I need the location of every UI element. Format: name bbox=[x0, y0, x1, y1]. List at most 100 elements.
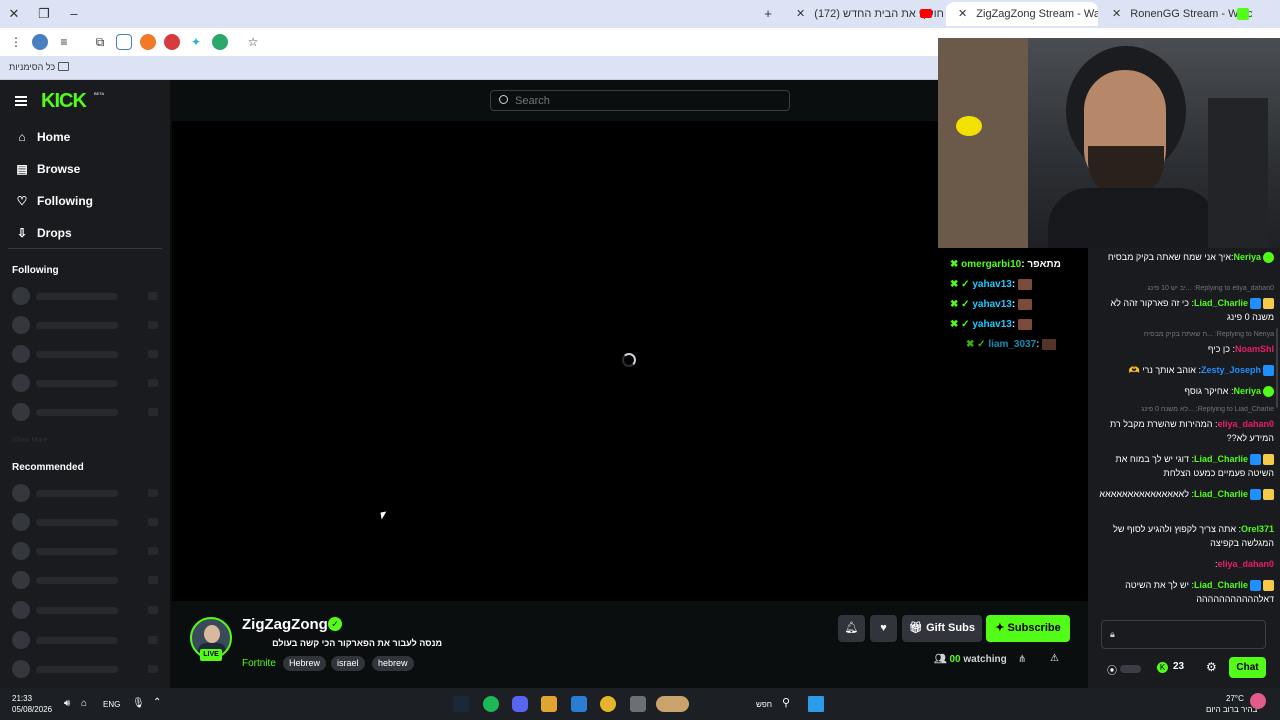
chevron-up-icon[interactable]: ⌃ bbox=[153, 698, 161, 708]
close-tab-icon[interactable]: ✕ bbox=[1112, 8, 1121, 20]
emote-icon bbox=[1017, 278, 1032, 290]
windows-start-icon[interactable] bbox=[808, 696, 824, 712]
skeleton-row bbox=[12, 345, 162, 363]
steam-icon[interactable] bbox=[453, 696, 469, 712]
hamburger-menu-icon[interactable] bbox=[15, 96, 27, 106]
clock-date[interactable]: 05/08/2026 bbox=[12, 705, 52, 715]
kick-logo[interactable]: KICK bbox=[41, 90, 87, 113]
microphone-icon[interactable]: 🎙︎ bbox=[132, 699, 145, 709]
category-link[interactable]: Fortnite bbox=[242, 657, 276, 671]
clock-time[interactable]: 21:33 bbox=[12, 694, 32, 704]
extension-icon[interactable] bbox=[164, 34, 180, 50]
kick-icon: ✖ bbox=[966, 339, 978, 350]
chat-reply-context: Replying to Liad_Charlie: ...לא משנה 0 פ… bbox=[1141, 406, 1274, 413]
gift-subs-button[interactable]: 🎁︎ Gift Subs bbox=[902, 615, 982, 642]
tag-hebrew[interactable]: Hebrew bbox=[283, 656, 327, 671]
skeleton-row bbox=[12, 287, 162, 305]
crown-badge-icon bbox=[1263, 454, 1274, 466]
bookmark-star-icon[interactable]: ☆ bbox=[245, 34, 261, 50]
new-tab-icon[interactable]: + bbox=[758, 4, 778, 24]
chat-reply-context: Replying to Neriya: ...ח שאתה בקיק מבסיח bbox=[1143, 331, 1274, 338]
search-input[interactable] bbox=[490, 90, 790, 111]
extension-icon[interactable] bbox=[116, 34, 132, 50]
browse-icon: ▤ bbox=[16, 162, 28, 176]
chat-scrollbar[interactable] bbox=[1276, 328, 1278, 408]
nav-item-following[interactable]: ♡ Following bbox=[14, 191, 93, 211]
extension-icon[interactable]: ✦ bbox=[188, 34, 204, 50]
close-tab-icon[interactable]: ✕ bbox=[958, 8, 967, 20]
search-icon[interactable]: ⚲ bbox=[782, 698, 790, 709]
gear-icon[interactable]: ⚙ bbox=[1206, 660, 1217, 674]
subscribe-button[interactable]: ✦ Subscribe bbox=[986, 615, 1070, 642]
overlay-chat-message: ✖ ✓ yahav13: bbox=[950, 298, 1032, 312]
skeleton-row bbox=[12, 484, 162, 502]
users-icon: 👥︎ bbox=[934, 654, 950, 665]
all-bookmarks-label[interactable]: כל הסימניות bbox=[9, 62, 55, 72]
extension-icon[interactable] bbox=[212, 34, 228, 50]
nav-item-browse[interactable]: ▤ Browse bbox=[14, 159, 80, 179]
emote-icon bbox=[1017, 298, 1032, 310]
notepad-icon[interactable] bbox=[571, 696, 587, 712]
skeleton-row bbox=[12, 571, 162, 589]
volume-icon[interactable]: 🔊︎ bbox=[64, 699, 70, 709]
discord-icon[interactable] bbox=[512, 696, 528, 712]
menu-dots-icon[interactable]: ⋮ bbox=[8, 34, 24, 50]
language-indicator[interactable]: ENG bbox=[103, 700, 120, 710]
media-icon[interactable]: ≡ bbox=[56, 34, 72, 50]
report-icon[interactable]: ⚠ bbox=[1050, 653, 1059, 664]
nav-item-drops[interactable]: ⇩ Drops bbox=[14, 223, 72, 243]
widget-icon[interactable] bbox=[656, 696, 689, 712]
app-icon[interactable] bbox=[541, 696, 557, 712]
chat-message: Zesty_Joseph: אוהב אותך נרי 🫶 bbox=[1096, 363, 1274, 377]
kick-icon: ✖ bbox=[950, 259, 962, 270]
close-tab-icon[interactable]: ✕ bbox=[796, 8, 805, 20]
extension-icon[interactable] bbox=[140, 34, 156, 50]
follow-heart-button[interactable]: ♥ bbox=[870, 615, 897, 642]
show-more-link[interactable]: Show More bbox=[12, 437, 47, 444]
nav-item-home[interactable]: ⌂ Home bbox=[14, 127, 70, 147]
tag-hebrew-lower[interactable]: hebrew bbox=[372, 656, 414, 671]
channel-name[interactable]: ZigZagZong bbox=[242, 616, 328, 633]
chat-message: Liad_Charlie: יש לך את השיטה דאלהההההההה… bbox=[1125, 580, 1274, 604]
chat-message: Neriya:איך אני שמח שאתה בקיק מבסיח bbox=[1096, 250, 1274, 264]
weather-desc[interactable]: בהיר ברוב היום bbox=[1206, 705, 1257, 715]
browser-tab-active[interactable]: ✕ ZigZagZong Stream - Watch Live bbox=[946, 2, 1098, 26]
sub-badge-icon bbox=[1250, 580, 1261, 592]
lock-icon: 🔒︎ bbox=[1110, 629, 1115, 639]
close-window-icon[interactable]: ✕ bbox=[4, 4, 24, 24]
toggle-switch[interactable] bbox=[1120, 665, 1141, 673]
chat-message: Liad_Charlie: לאאאאאאאאאאאאאאא bbox=[1096, 487, 1274, 501]
crown-badge-icon bbox=[1263, 298, 1274, 310]
share-icon[interactable]: ⋔ bbox=[1018, 654, 1026, 665]
weather-temp[interactable]: 27°C bbox=[1226, 694, 1244, 704]
overlay-chat-message: ✖ ✓ liam_3037: bbox=[966, 338, 1057, 352]
spotify-icon[interactable] bbox=[483, 696, 499, 712]
file-explorer-icon[interactable] bbox=[630, 696, 646, 712]
chat-input[interactable]: 🔒︎ bbox=[1101, 620, 1266, 649]
loading-spinner-icon bbox=[622, 353, 636, 367]
notification-bell-button[interactable]: 🔔︎ bbox=[838, 615, 865, 642]
sub-badge-icon bbox=[1250, 489, 1261, 501]
live-badge: LIVE bbox=[200, 649, 222, 661]
emote-icon[interactable]: ⦿ bbox=[1107, 662, 1117, 677]
sub-badge-icon bbox=[1250, 454, 1261, 466]
webcam-overlay bbox=[938, 38, 1280, 248]
search-label[interactable]: חפש bbox=[756, 700, 772, 710]
chat-message: Liad_Charlie: כי זה פארקור זהה לא משנה 0… bbox=[1110, 298, 1274, 322]
minimize-window-icon[interactable]: – bbox=[64, 4, 84, 24]
profile-icon[interactable] bbox=[32, 34, 48, 50]
network-icon[interactable]: ⌂ bbox=[81, 699, 87, 709]
overlay-chat-message: ✖ omergarbi10: מתאפר bbox=[950, 259, 1061, 270]
chat-send-button[interactable]: Chat bbox=[1229, 657, 1266, 678]
browser-tab[interactable]: ✕ RonenGG Stream - Watch Live on bbox=[1100, 2, 1252, 26]
drops-icon: ⇩ bbox=[16, 226, 28, 240]
chrome-icon[interactable] bbox=[600, 696, 616, 712]
tag-israel[interactable]: israel bbox=[331, 656, 365, 671]
sidebar-divider bbox=[8, 248, 162, 249]
chat-message: eliya_dahan0: המהירות שהשרת מקבל רת המיד… bbox=[1109, 419, 1274, 443]
skeleton-row bbox=[12, 631, 162, 649]
heart-icon: ♡ bbox=[16, 194, 28, 208]
restore-window-icon[interactable]: ❐ bbox=[34, 4, 54, 24]
extensions-icon[interactable]: ⧉ bbox=[92, 34, 108, 50]
verified-icon: ✓ bbox=[328, 617, 342, 631]
